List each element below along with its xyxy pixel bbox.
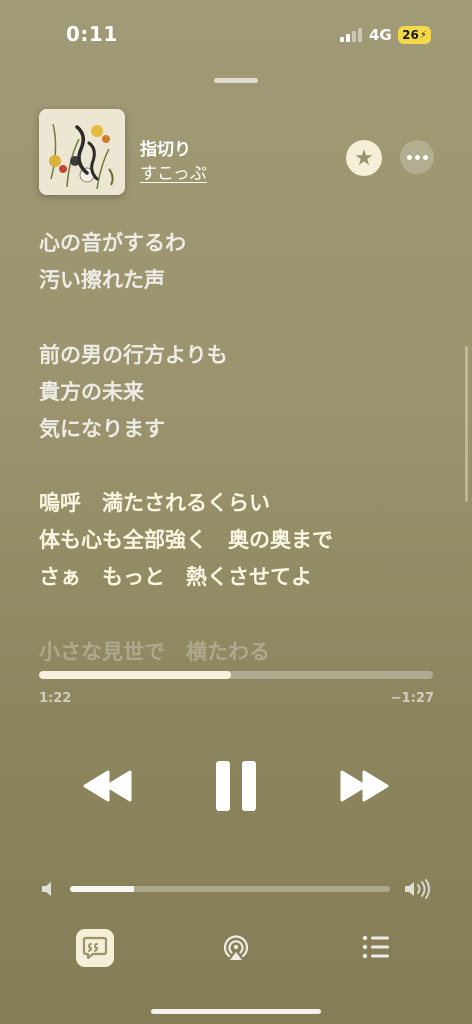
- signal-icon: [340, 28, 364, 42]
- lyric-line[interactable]: 汚い擦れた声: [39, 264, 165, 294]
- more-icon: [406, 154, 412, 160]
- lyric-line[interactable]: 小さな見世で 横たわる: [39, 636, 270, 666]
- volume-slider[interactable]: [70, 886, 390, 892]
- rewind-icon: [83, 770, 132, 802]
- rewind-button[interactable]: [80, 764, 136, 808]
- lyric-line-current[interactable]: さぁ もっと 熱くさせてよ: [39, 561, 312, 591]
- battery-icon: 26 ⚡: [398, 26, 431, 44]
- fast-forward-icon: [340, 770, 389, 802]
- airplay-icon[interactable]: [220, 932, 252, 964]
- scroll-indicator[interactable]: [465, 346, 468, 502]
- home-indicator[interactable]: [151, 1009, 321, 1014]
- lyric-line-current[interactable]: 嗚呼 満たされるくらい: [39, 487, 270, 517]
- volume-fill: [70, 886, 134, 892]
- remaining-time: −1:27: [390, 691, 434, 706]
- fast-forward-button[interactable]: [336, 764, 392, 808]
- volume-low-icon: [42, 882, 51, 896]
- song-title: 指切り: [140, 140, 191, 160]
- album-artwork[interactable]: [39, 109, 125, 195]
- pause-icon: [216, 761, 230, 811]
- pause-button[interactable]: [212, 758, 260, 814]
- battery-level: 26: [402, 28, 419, 42]
- status-time: 0:11: [66, 22, 118, 46]
- lyric-line[interactable]: 貴方の未来: [39, 376, 144, 406]
- star-icon: ★: [354, 145, 374, 171]
- elapsed-time: 1:22: [39, 691, 72, 706]
- charging-icon: ⚡: [419, 29, 427, 41]
- lyric-line[interactable]: 前の男の行方よりも: [39, 339, 228, 369]
- more-button[interactable]: [400, 140, 434, 174]
- lyric-line[interactable]: 気になります: [39, 413, 165, 443]
- lyrics-icon: [82, 936, 108, 960]
- progress-fill: [39, 671, 231, 679]
- lyric-line-current[interactable]: 体も心も全部強く 奥の奥まで: [39, 524, 333, 554]
- lyrics-button[interactable]: [76, 929, 114, 967]
- network-type: 4G: [369, 26, 392, 44]
- lyric-line[interactable]: 心の音がするわ: [39, 227, 186, 257]
- artist-link[interactable]: すこっぷ: [140, 159, 207, 184]
- progress-slider[interactable]: [39, 671, 433, 679]
- sheet-grabber[interactable]: [214, 78, 258, 83]
- volume-high-icon: [405, 879, 430, 899]
- favorite-button[interactable]: ★: [346, 140, 382, 176]
- queue-icon[interactable]: [362, 934, 390, 960]
